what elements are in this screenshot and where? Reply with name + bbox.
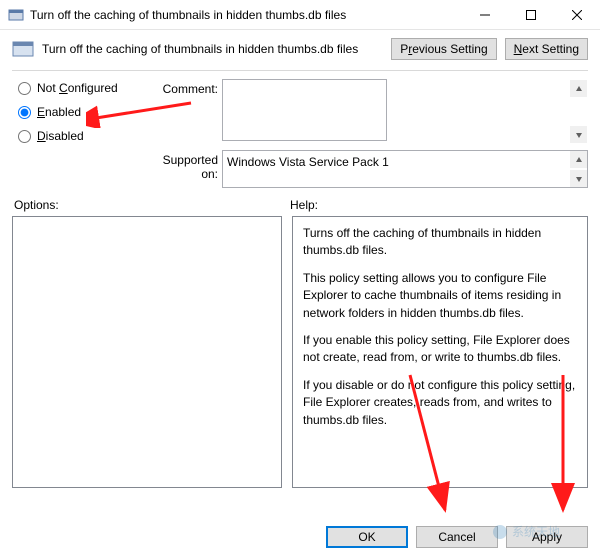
right-column: Comment: Supported on: Windows Vista Ser… (146, 79, 588, 188)
help-paragraph: This policy setting allows you to config… (303, 270, 577, 322)
minimize-button[interactable] (462, 0, 508, 30)
policy-header-icon (12, 40, 34, 58)
supported-row: Supported on: Windows Vista Service Pack… (146, 150, 588, 188)
state-radios: Not Configured Enabled Disabled (18, 79, 138, 188)
next-setting-button[interactable]: Next Setting (505, 38, 588, 60)
titlebar: Turn off the caching of thumbnails in hi… (0, 0, 600, 30)
comment-row: Comment: (146, 79, 588, 144)
comment-label: Comment: (146, 79, 218, 96)
supported-label: Supported on: (146, 150, 218, 181)
scroll-down-icon[interactable] (570, 170, 587, 187)
scroll-up-icon[interactable] (570, 151, 587, 168)
ok-button[interactable]: OK (326, 526, 408, 548)
apply-button[interactable]: Apply (506, 526, 588, 548)
divider (12, 70, 588, 71)
scroll-up-icon[interactable] (570, 80, 587, 97)
footer-buttons: OK Cancel Apply (326, 526, 588, 548)
scroll-down-icon[interactable] (570, 126, 587, 143)
radio-disabled[interactable]: Disabled (18, 129, 138, 143)
radio-not-configured-input[interactable] (18, 82, 31, 95)
radio-disabled-input[interactable] (18, 130, 31, 143)
maximize-button[interactable] (508, 0, 554, 30)
policy-icon (8, 7, 24, 23)
config-area: Not Configured Enabled Disabled Comment:… (0, 79, 600, 188)
previous-setting-button[interactable]: Previous Setting (391, 38, 496, 60)
options-pane (12, 216, 282, 488)
help-paragraph: Turns off the caching of thumbnails in h… (303, 225, 577, 260)
radio-enabled-input[interactable] (18, 106, 31, 119)
options-label: Options: (14, 198, 290, 212)
cancel-button[interactable]: Cancel (416, 526, 498, 548)
header: Turn off the caching of thumbnails in hi… (0, 30, 600, 70)
window-title: Turn off the caching of thumbnails in hi… (30, 8, 462, 22)
close-button[interactable] (554, 0, 600, 30)
mid-labels: Options: Help: (0, 188, 600, 216)
help-paragraph: If you disable or do not configure this … (303, 377, 577, 429)
supported-text: Windows Vista Service Pack 1 (222, 150, 588, 188)
help-pane: Turns off the caching of thumbnails in h… (292, 216, 588, 488)
comment-textarea[interactable] (222, 79, 387, 141)
policy-title: Turn off the caching of thumbnails in hi… (42, 42, 383, 56)
panes: Turns off the caching of thumbnails in h… (0, 216, 600, 488)
help-paragraph: If you enable this policy setting, File … (303, 332, 577, 367)
help-label: Help: (290, 198, 318, 212)
radio-enabled[interactable]: Enabled (18, 105, 138, 119)
radio-not-configured[interactable]: Not Configured (18, 81, 138, 95)
